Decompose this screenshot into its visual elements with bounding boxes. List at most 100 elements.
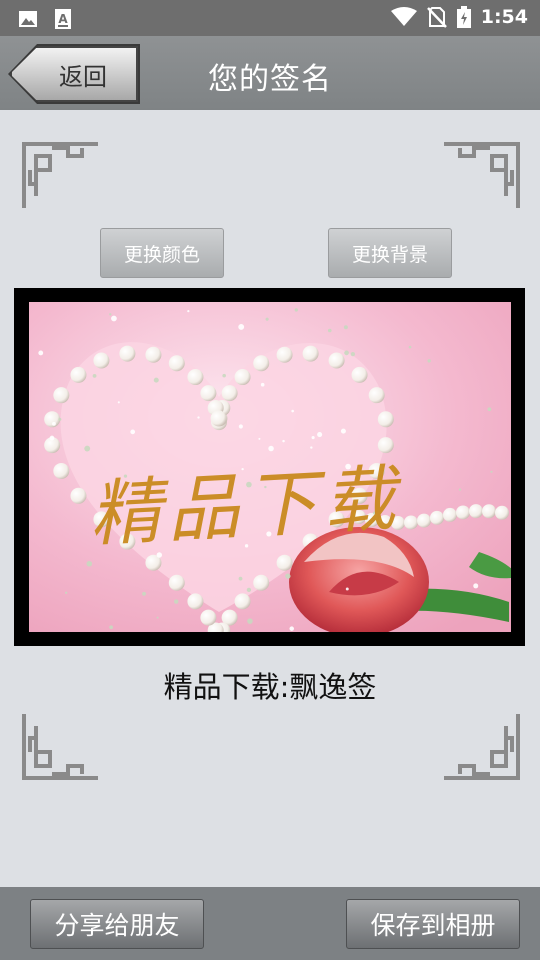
pearl	[53, 387, 70, 404]
pearl	[377, 437, 394, 454]
sparkle	[294, 308, 298, 312]
sparkle	[289, 626, 294, 631]
sparkle	[340, 428, 346, 434]
pearl	[328, 352, 345, 369]
bottom-bar: 分享给朋友 保存到相册	[0, 887, 540, 960]
sparkle	[197, 416, 200, 419]
sparkle	[291, 409, 294, 413]
change-color-button[interactable]: 更换颜色	[100, 228, 224, 278]
sparkle	[327, 328, 332, 333]
pearl	[276, 554, 293, 571]
sparkle	[238, 576, 243, 581]
sparkle	[84, 445, 91, 452]
sparkle	[490, 470, 493, 473]
pearl	[482, 504, 496, 519]
no-sim-icon	[426, 7, 447, 28]
sparkle	[109, 313, 112, 316]
sparkle	[153, 377, 159, 383]
pearl	[200, 385, 217, 402]
pearl	[430, 510, 444, 525]
sparkle	[343, 325, 348, 330]
page-title: 您的签名	[208, 62, 332, 97]
corner-ornament-top-right-icon	[444, 142, 520, 208]
sparkle	[458, 488, 462, 491]
pearl	[302, 345, 319, 362]
sparkle	[174, 599, 179, 604]
pearl	[187, 369, 204, 386]
pearl	[443, 507, 457, 522]
sparkle	[311, 436, 315, 440]
status-bar: A 1:54	[0, 0, 540, 36]
sparkle	[310, 446, 313, 449]
sparkle	[156, 552, 163, 558]
sparkle	[260, 382, 265, 387]
wifi-icon	[390, 7, 417, 26]
sparkle	[156, 616, 159, 619]
pearl	[276, 346, 293, 363]
pearl	[351, 366, 368, 383]
save-to-album-button[interactable]: 保存到相册	[346, 899, 520, 949]
sparkle	[350, 352, 356, 357]
change-background-button[interactable]: 更换背景	[328, 228, 452, 278]
pearl	[417, 513, 431, 528]
sparkle	[282, 439, 285, 443]
corner-ornament-bottom-left-icon	[22, 714, 98, 780]
sparkle	[58, 417, 62, 421]
share-button[interactable]: 分享给朋友	[30, 899, 204, 949]
pearl	[93, 352, 110, 369]
pearl	[404, 515, 418, 530]
clock: 1:54	[480, 6, 528, 28]
sparkle	[130, 429, 136, 435]
sparkle	[117, 401, 120, 404]
sparkle	[246, 587, 252, 593]
pearl	[253, 574, 270, 591]
sparkle	[285, 573, 291, 579]
sparkle	[86, 560, 93, 567]
text-a-icon: A	[55, 9, 71, 29]
pearl	[168, 355, 185, 372]
pearl	[119, 345, 136, 362]
corner-ornament-top-left-icon	[22, 142, 98, 208]
svg-text:A: A	[58, 12, 68, 26]
pearl	[200, 609, 217, 626]
sparkle	[487, 407, 492, 412]
sparkle	[222, 373, 226, 378]
sparkle	[142, 591, 146, 596]
corner-ornament-bottom-right-icon	[444, 714, 520, 780]
sparkle	[38, 350, 44, 356]
pearl	[70, 366, 87, 383]
signature-text: 精品下载	[87, 456, 405, 556]
pearl	[456, 505, 470, 520]
pearl	[145, 346, 162, 363]
sparkle	[268, 445, 274, 452]
sparkle	[473, 583, 479, 589]
pearl	[234, 593, 251, 610]
sparkle	[187, 309, 190, 313]
pearl	[495, 505, 509, 520]
pearl	[368, 387, 385, 404]
pearl	[377, 411, 394, 428]
pearl	[210, 410, 227, 427]
pearl	[70, 487, 87, 504]
signature-caption: 精品下载:飘逸签	[163, 670, 377, 704]
sparkle	[427, 359, 431, 363]
pearl	[187, 593, 204, 610]
sparkle	[265, 317, 269, 321]
sparkle	[344, 350, 349, 356]
pearl	[221, 385, 238, 402]
pearl	[44, 411, 61, 428]
pearl	[253, 355, 270, 372]
sparkle	[238, 424, 243, 429]
sparkle	[65, 591, 68, 594]
pearl	[53, 462, 70, 479]
sparkle	[111, 315, 117, 322]
pearl	[168, 574, 185, 591]
battery-icon	[456, 6, 471, 28]
sparkle	[258, 437, 261, 440]
sparkle	[247, 618, 253, 624]
sparkle	[52, 421, 56, 426]
sparkle	[238, 323, 245, 330]
sparkle	[408, 345, 412, 349]
signature-canvas[interactable]: 精品下载	[29, 302, 511, 632]
sparkle	[92, 373, 97, 378]
